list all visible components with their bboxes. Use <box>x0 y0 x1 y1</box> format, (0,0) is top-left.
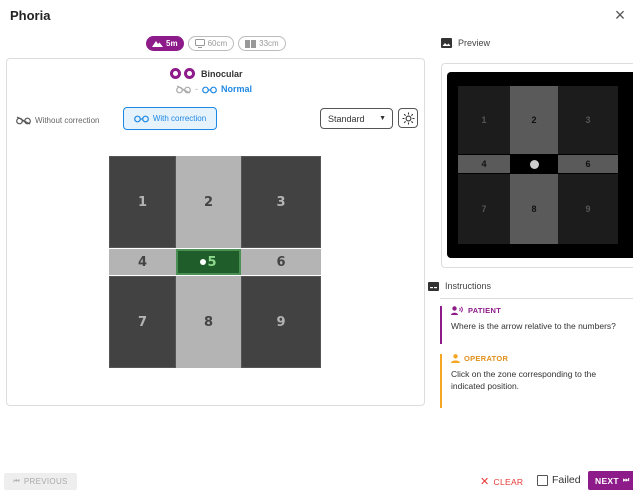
preview-cell-6: 6 <box>558 155 618 173</box>
instructions-header: Instructions <box>428 281 491 291</box>
distance-chip-5m[interactable]: 5m <box>146 36 184 51</box>
grid-cell-8[interactable]: 8 <box>176 276 241 368</box>
phoria-grid: 1 2 3 4 5 6 7 8 9 <box>109 156 321 368</box>
brightness-button[interactable] <box>398 108 418 128</box>
next-label: NEXT <box>595 475 619 486</box>
patient-title: PATIENT <box>451 306 633 315</box>
with-correction-label: With correction <box>152 114 207 123</box>
preview-header: Preview <box>441 38 490 48</box>
display-mode-select[interactable]: Standard ▼ <box>320 108 393 129</box>
without-correction-label: Without correction <box>35 115 100 125</box>
sun-icon <box>402 112 414 124</box>
preview-grid: 1 2 3 4 6 7 8 9 <box>458 86 618 244</box>
grid-cell-6[interactable]: 6 <box>241 249 321 275</box>
preview-cell-1: 1 <box>458 86 510 154</box>
distance-chip-label: 60cm <box>207 39 228 48</box>
grid-cell-5[interactable]: 5 <box>176 249 241 275</box>
preview-cell-3: 3 <box>558 86 618 154</box>
grid-cell-7[interactable]: 7 <box>109 276 176 368</box>
preview-cell-7: 7 <box>458 174 510 244</box>
operator-title-label: OPERATOR <box>464 354 509 363</box>
clear-icon: ✕ <box>480 476 490 488</box>
distance-chip-33cm[interactable]: 33cm <box>238 36 286 51</box>
preview-cell-8: 8 <box>510 174 558 244</box>
operator-text: Click on the zone corresponding to the i… <box>451 369 597 391</box>
distance-chip-label: 5m <box>166 39 178 48</box>
correction-status-label: Normal <box>221 84 253 94</box>
next-button[interactable]: NEXT ⏭ <box>588 471 633 490</box>
arrow-dot-icon <box>200 259 207 265</box>
grid-cell-1[interactable]: 1 <box>109 156 176 248</box>
eye-mode: Binocular <box>170 68 243 79</box>
skip-next-icon: ⏭ <box>622 476 630 484</box>
eye-icon <box>184 68 195 79</box>
book-icon <box>245 39 257 48</box>
instructions-label: Instructions <box>445 281 492 291</box>
preview-cell-2: 2 <box>510 86 558 154</box>
subtitles-icon <box>428 281 439 291</box>
patient-title-label: PATIENT <box>468 306 502 315</box>
operator-title: OPERATOR <box>451 354 633 363</box>
grid-cell-9[interactable]: 9 <box>241 276 321 368</box>
patient-text: Where is the arrow relative to the numbe… <box>451 321 616 331</box>
previous-label: PREVIOUS <box>23 477 68 486</box>
dialog-title: Phoria <box>10 8 51 23</box>
eye-icon <box>170 68 181 79</box>
distance-chip-60cm[interactable]: 60cm <box>187 36 235 51</box>
patient-instruction-card: PATIENT Where is the arrow relative to t… <box>440 306 633 344</box>
preview-arrow-icon <box>529 159 539 169</box>
eye-mode-label: Binocular <box>201 68 243 79</box>
preview-label: Preview <box>458 38 491 48</box>
checkbox-icon <box>537 474 548 486</box>
with-correction-button[interactable]: With correction <box>123 107 217 130</box>
previous-button[interactable]: ⏮ PREVIOUS <box>4 473 77 490</box>
glasses-icon <box>133 115 149 123</box>
grid-cell-4[interactable]: 4 <box>109 249 176 275</box>
operator-instruction-card: OPERATOR Click on the zone corresponding… <box>440 354 633 408</box>
grid-cell-3[interactable]: 3 <box>241 156 321 248</box>
failed-checkbox[interactable]: Failed <box>537 474 581 486</box>
glasses-off-icon <box>176 84 191 94</box>
clear-button[interactable]: ✕ CLEAR <box>480 475 523 488</box>
caret-down-icon: ▼ <box>379 115 386 122</box>
preview-cell-4: 4 <box>458 155 510 173</box>
mountain-icon <box>152 41 163 47</box>
preview-cell-9: 9 <box>558 174 618 244</box>
skip-previous-icon: ⏮ <box>13 477 20 485</box>
monitor-icon <box>194 39 205 48</box>
clear-label: CLEAR <box>493 476 524 487</box>
correction-status: - Normal <box>176 84 252 94</box>
distance-chip-label: 33cm <box>259 39 279 48</box>
instructions-divider <box>440 298 633 299</box>
glasses-off-icon <box>16 115 31 125</box>
glasses-icon <box>202 86 217 93</box>
distance-selector: 5m 60cm 33cm <box>146 36 286 51</box>
image-icon <box>441 38 452 48</box>
failed-label: Failed <box>552 474 581 486</box>
grid-cell-2[interactable]: 2 <box>176 156 241 248</box>
preview-cell-5 <box>510 155 558 173</box>
display-mode-value: Standard <box>328 113 365 124</box>
correction-prefix: - <box>195 84 198 94</box>
person-icon <box>451 354 460 363</box>
without-correction-button[interactable]: Without correction <box>16 111 99 129</box>
person-speaking-icon <box>451 306 463 315</box>
grid-cell-5-label: 5 <box>207 254 217 270</box>
close-button[interactable]: × <box>611 6 629 24</box>
close-icon: × <box>614 5 626 25</box>
